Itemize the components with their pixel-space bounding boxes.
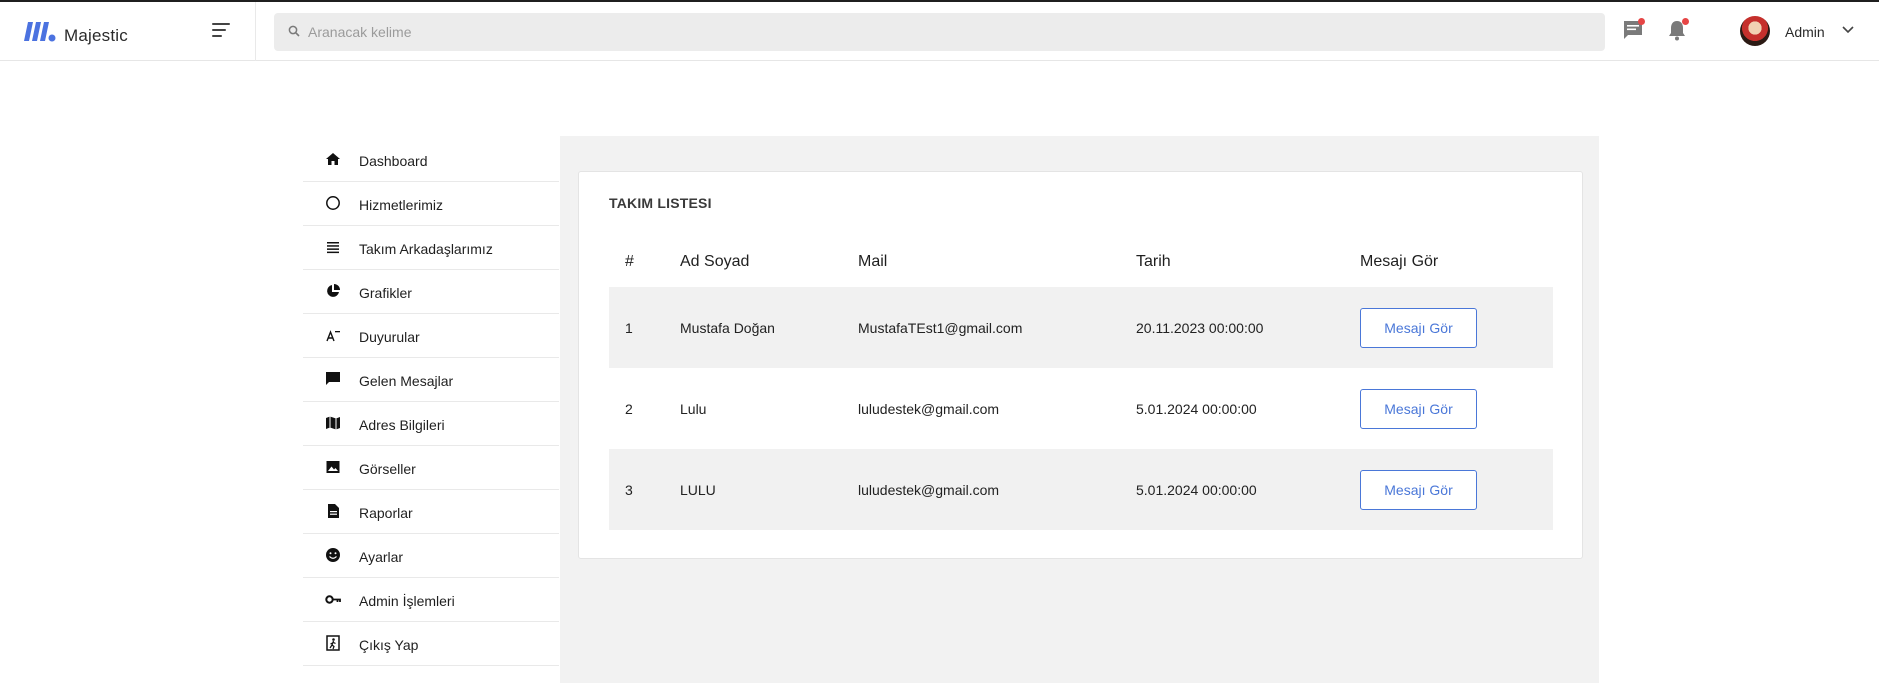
message-icon: [326, 372, 340, 385]
smile-icon: [326, 548, 340, 562]
navbar: Majestic Admin: [0, 2, 1879, 61]
exit-icon: [326, 635, 340, 651]
search-input[interactable]: [308, 13, 1588, 51]
row-number: 3: [625, 482, 633, 498]
table-row: 1 Mustafa Doğan MustafaTEst1@gmail.com 2…: [609, 287, 1553, 368]
team-list-card: TAKIM LISTESI # Ad Soyad Mail Tarih Mesa…: [578, 171, 1583, 559]
menu-toggle-icon[interactable]: [212, 22, 232, 38]
sidebar-item-label: Admin İşlemleri: [359, 593, 455, 609]
notifications-badge: [1682, 18, 1689, 25]
sidebar-item-label: Dashboard: [359, 153, 428, 169]
sidebar-item-duyurular[interactable]: Duyurular: [303, 314, 559, 358]
document-icon: [328, 504, 339, 518]
circle-icon: [326, 196, 340, 210]
sidebar-item-cikis-yap[interactable]: Çıkış Yap: [303, 622, 559, 666]
majestic-logo-icon: [24, 22, 56, 42]
column-header-action: Mesajı Gör: [1360, 253, 1439, 270]
messages-badge: [1638, 18, 1645, 25]
column-header-mail: Mail: [858, 253, 888, 270]
home-icon: [326, 153, 340, 165]
sidebar-item-label: Hizmetlerimiz: [359, 197, 443, 213]
sidebar-item-gelen-mesajlar[interactable]: Gelen Mesajlar: [303, 358, 559, 402]
sidebar-item-label: Gelen Mesajlar: [359, 373, 454, 389]
table-header: # Ad Soyad Mail Tarih Mesajı Gör: [609, 242, 1553, 287]
sidebar-item-ayarlar[interactable]: Ayarlar: [303, 534, 559, 578]
column-header-number: #: [625, 253, 634, 270]
row-number: 1: [625, 320, 633, 336]
sidebar-item-label: Takım Arkadaşlarımız: [359, 241, 493, 257]
notifications-icon[interactable]: [1666, 18, 1690, 43]
messages-icon[interactable]: [1622, 18, 1646, 43]
table-row: 2 Lulu luludestek@gmail.com 5.01.2024 00…: [609, 368, 1553, 449]
search-bar: [274, 13, 1605, 51]
list-icon: [327, 242, 339, 254]
row-name: LULU: [680, 482, 716, 498]
view-message-button[interactable]: Mesajı Gör: [1360, 470, 1477, 510]
row-date: 20.11.2023 00:00:00: [1136, 320, 1264, 336]
sidebar-item-label: Adres Bilgileri: [359, 417, 445, 433]
sidebar: Dashboard Hizmetlerimiz Takım Arkadaşlar…: [303, 138, 559, 666]
profile-menu[interactable]: Admin: [1740, 16, 1860, 48]
pie-chart-icon: [327, 284, 340, 297]
sidebar-item-hizmetlerimiz[interactable]: Hizmetlerimiz: [303, 182, 559, 226]
main-content: TAKIM LISTESI # Ad Soyad Mail Tarih Mesa…: [560, 136, 1599, 683]
sidebar-item-takim-arkadaslarimiz[interactable]: Takım Arkadaşlarımız: [303, 226, 559, 270]
sidebar-item-label: Çıkış Yap: [359, 637, 419, 653]
sidebar-item-dashboard[interactable]: Dashboard: [303, 138, 559, 182]
team-table: # Ad Soyad Mail Tarih Mesajı Gör 1 Musta…: [609, 242, 1553, 530]
brand-name: Majestic: [64, 26, 128, 45]
sidebar-item-label: Grafikler: [359, 285, 412, 301]
avatar: [1740, 16, 1770, 46]
row-mail: luludestek@gmail.com: [858, 401, 1000, 417]
row-date: 5.01.2024 00:00:00: [1136, 401, 1257, 417]
row-name: Mustafa Doğan: [680, 320, 775, 336]
key-icon: [325, 595, 341, 604]
column-header-name: Ad Soyad: [680, 253, 750, 270]
map-icon: [326, 416, 340, 430]
image-icon: [326, 461, 340, 473]
row-number: 2: [625, 401, 633, 417]
sidebar-item-label: Görseller: [359, 461, 416, 477]
sidebar-item-grafikler[interactable]: Grafikler: [303, 270, 559, 314]
profile-name: Admin: [1785, 24, 1825, 40]
sidebar-item-label: Ayarlar: [359, 549, 404, 565]
sidebar-item-label: Duyurular: [359, 329, 420, 345]
row-mail: MustafaTEst1@gmail.com: [858, 320, 1023, 336]
view-message-button[interactable]: Mesajı Gör: [1360, 389, 1477, 429]
sidebar-item-label: Raporlar: [359, 505, 413, 521]
card-title: TAKIM LISTESI: [609, 195, 712, 211]
text-icon: [326, 330, 340, 342]
sidebar-item-raporlar[interactable]: Raporlar: [303, 490, 559, 534]
table-row: 3 LULU luludestek@gmail.com 5.01.2024 00…: [609, 449, 1553, 530]
chevron-down-icon: [1842, 26, 1854, 34]
sidebar-item-admin-islemleri[interactable]: Admin İşlemleri: [303, 578, 559, 622]
column-header-date: Tarih: [1136, 253, 1171, 270]
sidebar-item-gorseller[interactable]: Görseller: [303, 446, 559, 490]
row-date: 5.01.2024 00:00:00: [1136, 482, 1257, 498]
row-mail: luludestek@gmail.com: [858, 482, 1000, 498]
search-icon: [288, 25, 300, 37]
sidebar-item-adres-bilgileri[interactable]: Adres Bilgileri: [303, 402, 559, 446]
view-message-button[interactable]: Mesajı Gör: [1360, 308, 1477, 348]
row-name: Lulu: [680, 401, 707, 417]
